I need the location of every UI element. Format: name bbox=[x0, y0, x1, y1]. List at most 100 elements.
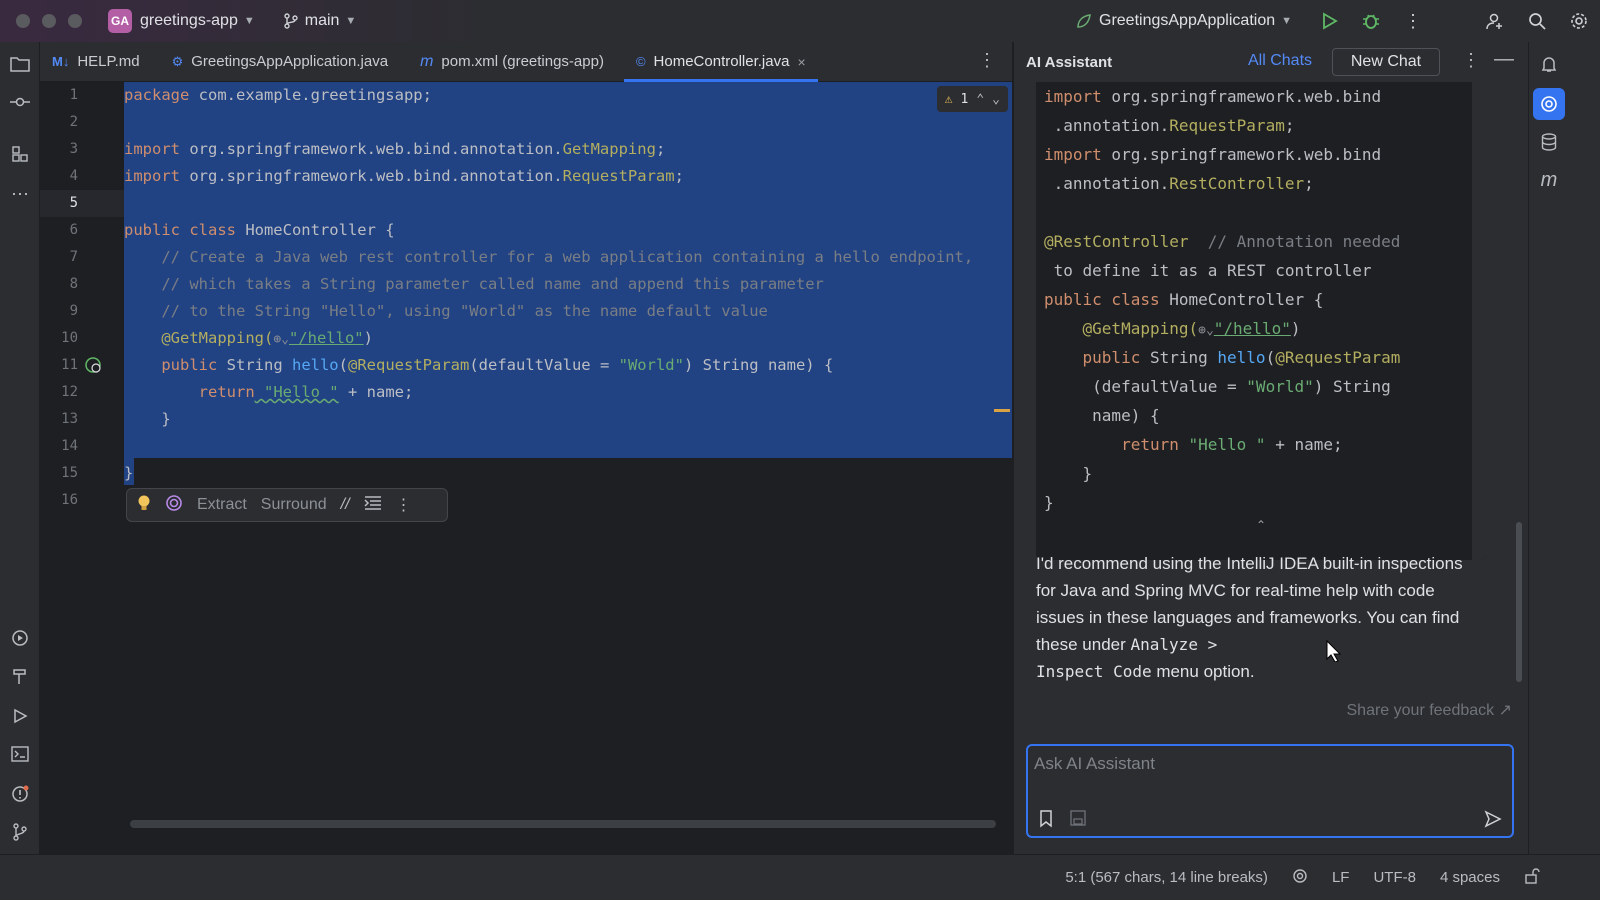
window-controls[interactable] bbox=[16, 14, 82, 28]
globe-dropdown-icon: ⊕⌄ bbox=[273, 332, 289, 347]
line-number: 13 bbox=[61, 411, 78, 427]
tab-home-controller[interactable]: © HomeController.java × bbox=[623, 42, 818, 82]
tab-greetings-app-application[interactable]: ⚙ GreetingsAppApplication.java bbox=[160, 42, 400, 82]
maven-tool-button[interactable]: m bbox=[1537, 168, 1561, 192]
horizontal-scrollbar[interactable] bbox=[130, 820, 996, 828]
ai-assistant-icon[interactable] bbox=[165, 494, 183, 517]
maximize-window-button[interactable] bbox=[68, 14, 82, 28]
close-tab-icon[interactable]: × bbox=[797, 54, 805, 70]
project-tool-button[interactable] bbox=[8, 52, 32, 76]
editor-tabs: M↓ HELP.md ⚙ GreetingsAppApplication.jav… bbox=[40, 42, 1012, 82]
snippet-line: } bbox=[1044, 464, 1093, 483]
snippet-line: @RestController // Annotation needed bbox=[1044, 232, 1401, 251]
ai-code-snippet[interactable]: import org.springframework.web.bind .ann… bbox=[1036, 82, 1486, 560]
snippet-line: public class HomeController { bbox=[1044, 290, 1324, 309]
tab-label: HELP.md bbox=[77, 53, 140, 70]
warning-stripe-marker[interactable] bbox=[994, 409, 1010, 412]
build-tool-button[interactable] bbox=[8, 664, 32, 688]
search-button[interactable] bbox=[1516, 0, 1558, 42]
ai-prompt-box[interactable] bbox=[1026, 744, 1514, 838]
more-actions-button[interactable]: ⋮ bbox=[1392, 0, 1434, 42]
commit-tool-button[interactable] bbox=[8, 90, 32, 114]
tab-label: pom.xml (greetings-app) bbox=[441, 53, 604, 70]
indent-setting[interactable]: 4 spaces bbox=[1440, 869, 1500, 886]
inspection-widget[interactable]: ⚠ 1 ⌃ ⌄ bbox=[936, 86, 1008, 112]
services-icon bbox=[12, 630, 28, 646]
surround-button[interactable]: Surround bbox=[261, 496, 327, 514]
run-config-name: GreetingsAppApplication bbox=[1099, 12, 1276, 29]
snippet-line: import org.springframework.web.bind bbox=[1044, 145, 1382, 164]
run-config-selector[interactable]: GreetingsAppApplication ▼ bbox=[1075, 12, 1292, 30]
unlock-icon bbox=[1525, 867, 1540, 884]
endpoint-gutter-icon[interactable] bbox=[84, 356, 102, 374]
code-editor[interactable]: package com.example.greetingsapp; import… bbox=[124, 82, 1012, 834]
problems-tool-button[interactable] bbox=[8, 782, 32, 806]
ai-assistant-tool-button[interactable] bbox=[1533, 88, 1565, 120]
status-bar: 5:1 (567 chars, 14 line breaks) LF UTF-8… bbox=[0, 854, 1600, 900]
spring-leaf-icon bbox=[1077, 14, 1091, 28]
project-badge[interactable]: GA bbox=[108, 9, 132, 33]
extract-button[interactable]: Extract bbox=[197, 496, 247, 514]
ai-panel-scrollbar[interactable] bbox=[1516, 522, 1522, 682]
reformat-icon[interactable] bbox=[363, 495, 382, 515]
search-icon bbox=[1529, 13, 1546, 30]
line-number: 4 bbox=[69, 168, 78, 184]
send-button[interactable] bbox=[1484, 810, 1502, 832]
new-chat-button[interactable]: New Chat bbox=[1332, 48, 1440, 76]
lightbulb-icon[interactable] bbox=[137, 494, 151, 517]
code-line-6: public class HomeController { bbox=[124, 221, 395, 239]
save-prompt-button[interactable] bbox=[1070, 810, 1086, 830]
terminal-tool-button[interactable] bbox=[8, 742, 32, 766]
code-with-me-button[interactable] bbox=[1474, 0, 1516, 42]
ai-status-icon[interactable] bbox=[1292, 868, 1308, 888]
more-vertical-icon: ⋮ bbox=[1404, 10, 1422, 31]
more-vertical-icon[interactable]: ⋮ bbox=[396, 495, 412, 515]
database-tool-button[interactable] bbox=[1537, 130, 1561, 154]
snippet-scrollbar[interactable] bbox=[1472, 82, 1486, 560]
line-separator[interactable]: LF bbox=[1332, 869, 1350, 886]
notifications-button[interactable] bbox=[1537, 52, 1561, 76]
problems-icon bbox=[12, 785, 29, 802]
project-selector[interactable]: greetings-app ▼ bbox=[140, 12, 255, 30]
tabs-menu-button[interactable]: ⋮ bbox=[978, 50, 996, 71]
run-tool-button[interactable] bbox=[8, 704, 32, 728]
collapse-snippet-icon[interactable]: ⌃ bbox=[1036, 518, 1486, 538]
code-line-13: } bbox=[124, 410, 171, 428]
settings-button[interactable] bbox=[1558, 0, 1600, 42]
floating-code-toolbar: Extract Surround // ⋮ bbox=[126, 488, 448, 522]
line-number: 9 bbox=[69, 303, 78, 319]
share-feedback-link[interactable]: Share your feedback ↗ bbox=[1347, 700, 1513, 720]
file-encoding[interactable]: UTF-8 bbox=[1373, 869, 1416, 886]
code-line-15: } bbox=[124, 464, 134, 482]
code-line-1: package com.example.greetingsapp; bbox=[124, 86, 432, 104]
caret-position[interactable]: 5:1 (567 chars, 14 line breaks) bbox=[1065, 869, 1268, 886]
maven-icon: m bbox=[420, 52, 434, 70]
all-chats-link[interactable]: All Chats bbox=[1248, 52, 1312, 70]
close-window-button[interactable] bbox=[16, 14, 30, 28]
comment-icon[interactable]: // bbox=[341, 496, 350, 514]
branch-selector[interactable]: main ▼ bbox=[283, 12, 356, 30]
bookmark-add-icon bbox=[1040, 810, 1052, 828]
chevron-down-icon[interactable]: ⌄ bbox=[992, 92, 1000, 107]
services-tool-button[interactable] bbox=[8, 626, 32, 650]
minimize-panel-icon[interactable]: — bbox=[1494, 48, 1514, 71]
chevron-down-icon: ▼ bbox=[1281, 15, 1292, 27]
tab-pom-xml[interactable]: m pom.xml (greetings-app) bbox=[408, 42, 616, 82]
structure-tool-button[interactable] bbox=[8, 142, 32, 166]
more-tools-button[interactable]: ⋯ bbox=[8, 182, 32, 206]
debug-button[interactable] bbox=[1350, 0, 1392, 42]
snippet-line: (defaultValue = "World") String bbox=[1044, 377, 1391, 396]
title-bar: GA greetings-app ▼ main ▼ GreetingsAppAp… bbox=[0, 0, 1600, 42]
git-tool-button[interactable] bbox=[8, 820, 32, 844]
line-number: 10 bbox=[61, 330, 78, 346]
chevron-up-icon[interactable]: ⌃ bbox=[976, 92, 984, 107]
right-gutter bbox=[1568, 42, 1600, 854]
minimize-window-button[interactable] bbox=[42, 14, 56, 28]
add-context-button[interactable] bbox=[1038, 810, 1056, 832]
code-line-8: // which takes a String parameter called… bbox=[124, 275, 824, 293]
readonly-toggle[interactable] bbox=[1524, 867, 1540, 888]
more-vertical-icon[interactable]: ⋮ bbox=[1462, 50, 1480, 71]
run-button[interactable] bbox=[1308, 0, 1350, 42]
ask-ai-input[interactable] bbox=[1034, 750, 1474, 778]
tab-help-md[interactable]: M↓ HELP.md bbox=[40, 42, 152, 82]
